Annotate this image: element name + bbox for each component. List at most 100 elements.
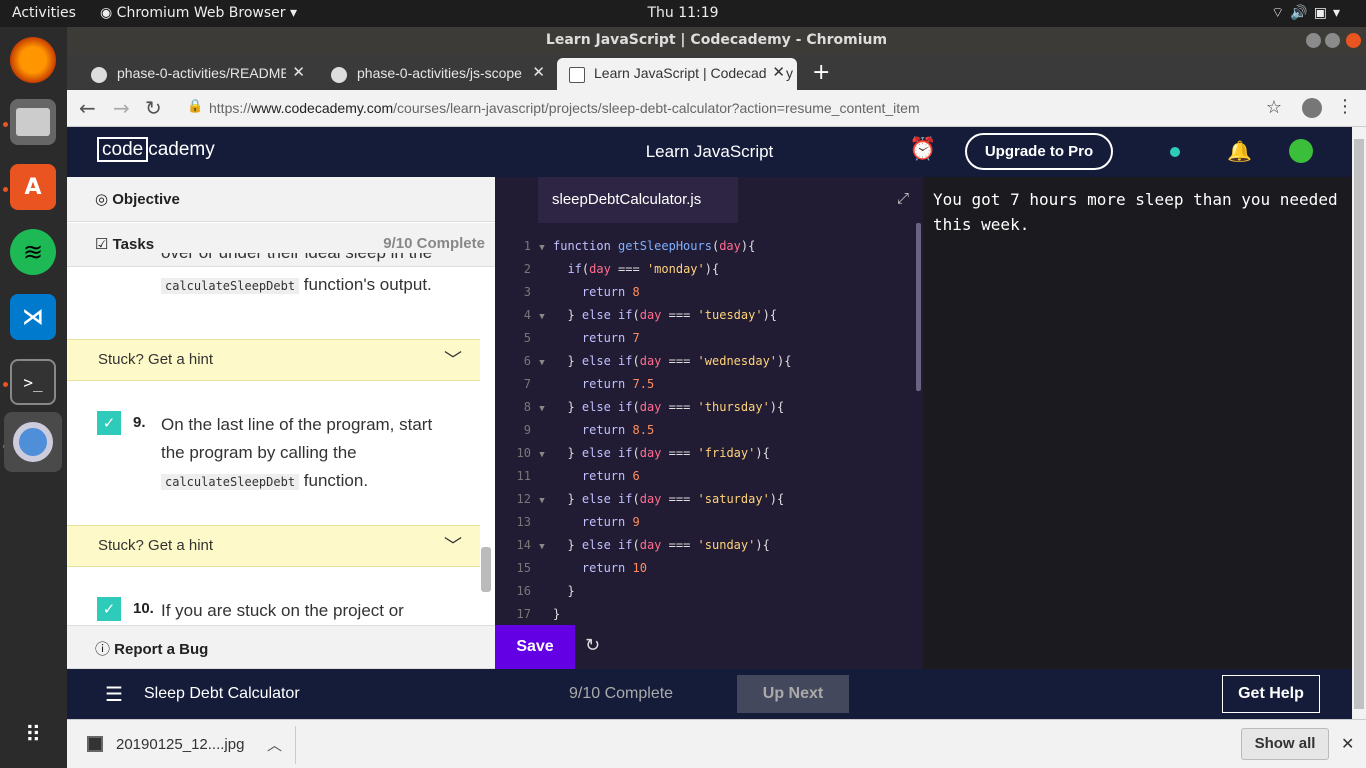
chromium-dock-icon[interactable] (4, 412, 62, 472)
chevron-down-icon: ﹀ (444, 350, 462, 370)
code-line[interactable]: 6 ▼ } else if(day === 'wednesday'){ (495, 350, 915, 373)
volume-icon: 🔊 (1290, 5, 1314, 21)
task-10-checkbox[interactable]: ✓ (97, 597, 121, 621)
app-menu[interactable]: ◉ Chromium Web Browser ▾ (100, 5, 297, 21)
objective-label: Objective (112, 191, 180, 208)
code-text: return 9 (581, 515, 640, 529)
new-tab-button[interactable]: + (812, 60, 830, 85)
close-window-icon[interactable] (1346, 33, 1361, 48)
code-line[interactable]: 13 return 9 (495, 511, 915, 534)
window-title-bar: Learn JavaScript | Codecademy - Chromium (67, 27, 1366, 54)
tasks-progress: 9/10 Complete (383, 235, 485, 252)
code-line[interactable]: 14 ▼ } else if(day === 'sunday'){ (495, 534, 915, 557)
fold-icon[interactable]: ▼ (531, 237, 553, 260)
software-center-icon[interactable]: A (10, 164, 56, 210)
file-tab[interactable]: sleepDebtCalculator.js (538, 177, 738, 223)
code-text: return 7.5 (581, 377, 655, 391)
checkbox-icon: ☑ (95, 236, 113, 253)
app-menu-label: Chromium Web Browser (116, 5, 286, 21)
close-tab-icon[interactable]: ✕ (286, 58, 305, 88)
course-footer: ☰ Sleep Debt Calculator 9/10 Complete Up… (67, 669, 1352, 719)
tab-readme[interactable]: phase-0-activities/README ✕ (67, 58, 317, 90)
alarm-icon[interactable]: ⏰ (909, 137, 936, 162)
task-10-text: If you are stuck on the project or (161, 601, 404, 620)
save-button[interactable]: Save (495, 625, 575, 669)
code-line[interactable]: 12 ▼ } else if(day === 'saturday'){ (495, 488, 915, 511)
fold-icon[interactable]: ▼ (531, 398, 553, 421)
task-9-checkbox[interactable]: ✓ (97, 411, 121, 435)
close-tab-icon[interactable]: ✕ (766, 58, 785, 88)
report-bug-button[interactable]: ⓘ Report a Bug (67, 625, 495, 669)
show-apps-icon[interactable]: ⠿ (10, 712, 56, 758)
code-line[interactable]: 2 if(day === 'monday'){ (495, 258, 915, 281)
vscode-icon[interactable]: ⋊ (10, 294, 56, 340)
task-text-line: On the last line of the program, start (161, 415, 433, 434)
code-line[interactable]: 9 return 8.5 (495, 419, 915, 442)
forward-icon[interactable]: → (113, 96, 130, 120)
spotify-icon[interactable]: ≋ (10, 229, 56, 275)
close-tab-icon[interactable]: ✕ (526, 58, 545, 88)
tab-label: phase-0-activities/js-scope (357, 65, 522, 81)
reload-icon[interactable]: ↻ (145, 96, 162, 120)
notification-bell-icon[interactable]: 🔔 (1227, 139, 1252, 163)
code-line[interactable]: 7 return 7.5 (495, 373, 915, 396)
logo-part-cademy: cademy (148, 139, 215, 160)
code-area[interactable]: 1 ▼ function getSleepHours(day){2 if(day =… (495, 235, 915, 626)
code-line[interactable]: 8 ▼ } else if(day === 'thursday'){ (495, 396, 915, 419)
up-next-button[interactable]: Up Next (737, 675, 849, 713)
fold-icon[interactable]: ▼ (531, 306, 553, 329)
fold-icon[interactable]: ▼ (531, 536, 553, 559)
code-line[interactable]: 3 return 8 (495, 281, 915, 304)
hamburger-menu-icon[interactable]: ☰ (105, 682, 123, 707)
expand-icon[interactable]: ⤢ (897, 189, 909, 207)
terminal-icon[interactable]: >_ (10, 359, 56, 405)
bookmark-star-icon[interactable]: ☆ (1266, 97, 1282, 118)
fold-icon[interactable]: ▼ (531, 490, 553, 513)
codecademy-logo[interactable]: code cademy (97, 137, 215, 162)
close-download-bar-icon[interactable]: ✕ (1341, 734, 1354, 754)
fold-icon[interactable]: ▼ (531, 444, 553, 467)
code-line[interactable]: 16 } (495, 580, 915, 603)
minimize-icon[interactable] (1306, 33, 1321, 48)
code-line[interactable]: 17} (495, 603, 915, 626)
code-line[interactable]: 11 return 6 (495, 465, 915, 488)
menu-icon[interactable]: ⋮ (1336, 96, 1354, 117)
maximize-icon[interactable] (1325, 33, 1340, 48)
code-line[interactable]: 4 ▼ } else if(day === 'tuesday'){ (495, 304, 915, 327)
chevron-up-icon[interactable]: ︿ (267, 734, 282, 755)
tab-js-scope[interactable]: phase-0-activities/js-scope ✕ (307, 58, 557, 90)
activities-button[interactable]: Activities (12, 5, 76, 21)
panel-scrollbar[interactable] (481, 547, 491, 592)
editor-scrollbar[interactable] (916, 223, 921, 391)
address-bar[interactable]: https://www.codecademy.com/courses/learn… (209, 94, 1309, 122)
files-icon[interactable] (10, 99, 56, 145)
page-scrollbar[interactable] (1352, 127, 1366, 719)
code-text: } (553, 584, 575, 598)
code-line[interactable]: 15 return 10 (495, 557, 915, 580)
back-icon[interactable]: ← (79, 96, 96, 120)
code-line[interactable]: 10 ▼ } else if(day === 'friday'){ (495, 442, 915, 465)
user-avatar[interactable] (1289, 139, 1313, 163)
scroll-thumb[interactable] (1354, 139, 1364, 709)
get-help-button[interactable]: Get Help (1222, 675, 1320, 713)
task-9-text: On the last line of the program, start t… (161, 411, 481, 496)
code-line[interactable]: 5 return 7 (495, 327, 915, 350)
code-text: } else if(day === 'sunday'){ (553, 538, 770, 552)
upgrade-button[interactable]: Upgrade to Pro (965, 133, 1113, 170)
url-scheme: https:// (209, 100, 252, 116)
download-filename[interactable]: 20190125_12....jpg (116, 736, 244, 753)
hint-toggle[interactable]: Stuck? Get a hint ﹀ (67, 525, 480, 567)
system-top-bar: Activities ◉ Chromium Web Browser ▾ Thu … (0, 0, 1366, 27)
fold-icon[interactable]: ▼ (531, 352, 553, 375)
line-number: 4 (523, 308, 531, 322)
show-all-button[interactable]: Show all (1241, 728, 1329, 760)
reset-icon[interactable]: ↻ (585, 635, 600, 656)
profile-avatar[interactable] (1302, 98, 1322, 118)
firefox-icon[interactable] (10, 37, 56, 83)
objective-header[interactable]: ◎ Objective (67, 177, 495, 222)
help-circle-icon: ⓘ (95, 641, 115, 658)
code-line[interactable]: 1 ▼ function getSleepHours(day){ (495, 235, 915, 258)
hint-toggle[interactable]: Stuck? Get a hint ﹀ (67, 339, 480, 381)
tab-codecademy[interactable]: Learn JavaScript | Codecademy ✕ (557, 58, 797, 90)
system-tray[interactable]: ⌔🔊▣▾ (1271, 4, 1346, 22)
